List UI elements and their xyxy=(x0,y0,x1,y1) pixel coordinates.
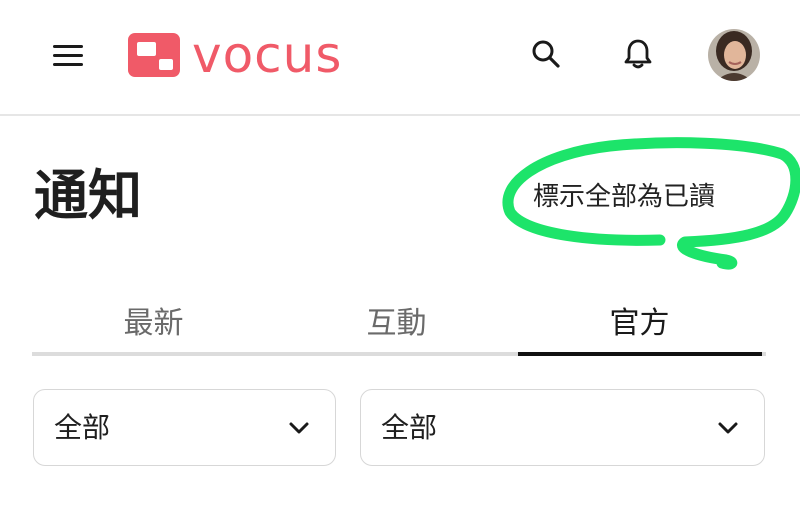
chevron-down-icon xyxy=(289,422,309,434)
mark-all-read-button[interactable]: 標示全部為已讀 xyxy=(533,176,715,213)
notification-tabs: 最新 互動 官方 xyxy=(32,300,766,358)
filter-select-2[interactable]: 全部 xyxy=(360,389,765,466)
active-tab-indicator xyxy=(518,352,762,356)
mark-all-read-area: 標示全部為已讀 xyxy=(500,132,800,272)
bell-icon[interactable] xyxy=(616,32,660,76)
avatar[interactable] xyxy=(708,29,760,81)
filter-select-1-value: 全部 xyxy=(54,411,111,444)
tab-official[interactable]: 官方 xyxy=(518,300,761,358)
page-title: 通知 xyxy=(34,164,142,227)
chevron-down-icon xyxy=(718,422,738,434)
top-navigation-bar: vocus xyxy=(0,0,800,116)
tab-latest[interactable]: 最新 xyxy=(32,300,275,358)
search-icon[interactable] xyxy=(524,32,568,76)
bell-icon-glyph xyxy=(624,39,652,69)
menu-icon-line xyxy=(53,45,83,48)
logo-text: vocus xyxy=(192,26,343,84)
filter-select-2-value: 全部 xyxy=(381,411,438,444)
tab-interaction[interactable]: 互動 xyxy=(275,300,518,358)
menu-icon-line xyxy=(53,63,83,66)
filter-select-1[interactable]: 全部 xyxy=(33,389,336,466)
menu-icon[interactable] xyxy=(50,40,86,72)
menu-icon-line xyxy=(53,54,83,57)
search-icon-glyph xyxy=(532,40,560,68)
avatar-image xyxy=(708,29,760,81)
vocus-logo[interactable]: vocus xyxy=(128,30,342,80)
vocus-logo-mark-icon xyxy=(128,33,180,77)
